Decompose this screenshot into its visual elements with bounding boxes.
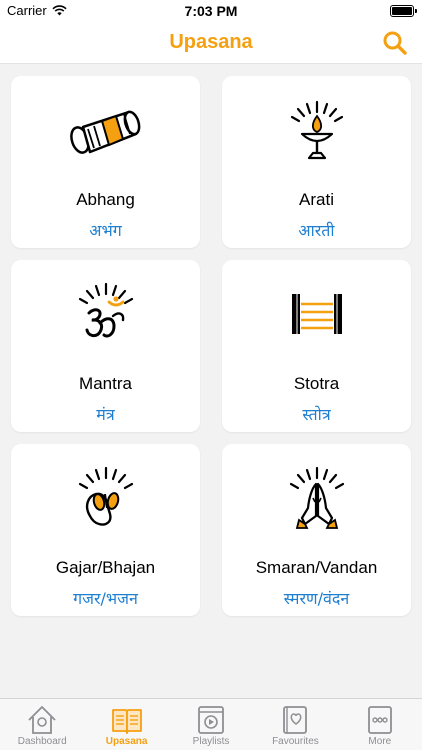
card-subtitle: स्तोत्र [302,405,331,424]
card-title: Smaran/Vandan [255,558,378,577]
tab-label: Playlists [192,736,230,747]
tab-label: More [368,736,392,747]
playlist-icon [198,706,224,734]
folded-hands-icon [289,466,344,529]
card-abhang[interactable]: Abhang अभंग [11,76,200,248]
search-icon [383,31,407,55]
card-subtitle: अभंग [89,221,122,240]
book-icon [111,709,142,734]
arati-lamp-icon [290,100,343,160]
card-title: Gajar/Bhajan [55,558,156,577]
tab-bar: Dashboard Upasana Playlists Favourites M… [0,698,422,750]
card-arati[interactable]: Arati आरती [222,76,411,248]
scroll-icon [291,294,342,334]
tab-label: Dashboard [17,736,67,747]
tab-upasana[interactable]: Upasana [84,699,168,750]
card-subtitle: मंत्र [96,405,115,424]
card-subtitle: गजर/भजन [73,589,138,608]
home-icon [28,706,56,734]
card-title: Arati [299,190,334,209]
card-smaran-vandan[interactable]: Smaran/Vandan स्मरण/वंदन [222,444,411,616]
card-stotra[interactable]: Stotra स्तोत्र [222,260,411,432]
search-button[interactable] [382,30,408,56]
status-time: 7:03 PM [184,3,238,19]
card-subtitle: आरती [298,221,335,240]
status-bar: Carrier 7:03 PM [0,0,422,22]
tab-label: Upasana [105,736,148,747]
page-title: Upasana [169,31,253,53]
navigation-bar: Upasana [0,22,422,64]
battery-icon [390,5,417,17]
card-mantra[interactable]: Mantra मंत्र [11,260,200,432]
tab-favourites[interactable]: Favourites [253,699,337,750]
tab-label: Favourites [272,736,319,747]
cymbals-icon [78,466,133,526]
om-icon [78,282,133,338]
card-gajar-bhajan[interactable]: Gajar/Bhajan गजर/भजन [11,444,200,616]
tab-more[interactable]: More [338,699,422,750]
card-title: Abhang [76,190,135,209]
dholak-drum-icon [69,110,140,154]
card-title: Stotra [293,374,340,393]
tab-playlists[interactable]: Playlists [169,699,253,750]
card-title: Mantra [79,374,132,393]
tab-dashboard[interactable]: Dashboard [0,699,84,750]
card-subtitle: स्मरण/वंदन [283,589,350,608]
more-icon [367,706,392,734]
favourites-icon [283,706,308,734]
